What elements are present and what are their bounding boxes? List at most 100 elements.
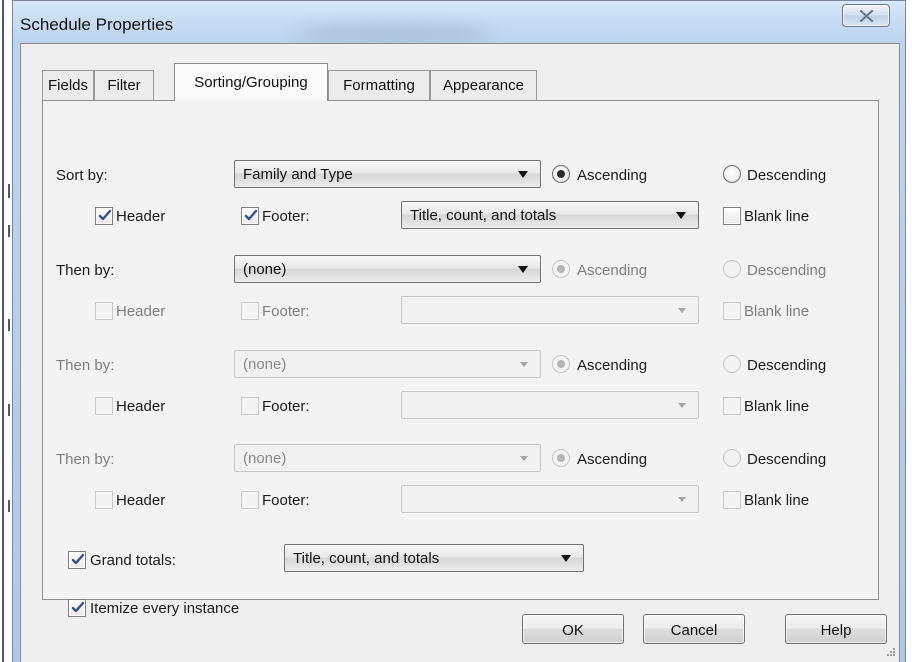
then-by-blank-line-checkbox-1[interactable]: [723, 302, 741, 320]
chevron-down-icon: [678, 403, 686, 408]
then-by-blank-line-checkbox-3[interactable]: [723, 491, 741, 509]
sort-by-descending-radio[interactable]: [723, 165, 741, 183]
then-by-footer-select-2[interactable]: [401, 391, 699, 419]
check-icon: [71, 601, 85, 613]
tab-fields[interactable]: Fields: [42, 70, 94, 100]
sort-by-footer-label: Footer:: [262, 208, 310, 225]
close-button[interactable]: [842, 4, 890, 27]
then-by-footer-label-2: Footer:: [262, 398, 310, 415]
chevron-down-icon: [678, 497, 686, 502]
dialog-client-area: Fields Filter Sorting/Grouping Formattin…: [20, 43, 900, 662]
sort-by-descending-label: Descending: [747, 167, 827, 184]
radio-selected-dot: [557, 265, 565, 273]
title-bar[interactable]: Schedule Properties: [13, 1, 905, 43]
then-by-footer-label-3: Footer:: [262, 492, 310, 509]
then-by-ascending-radio-3[interactable]: [552, 449, 570, 467]
background-mark: [8, 225, 10, 237]
radio-selected-dot: [557, 454, 565, 462]
then-by-descending-label-1: Descending: [747, 262, 827, 279]
itemize-every-instance-label: Itemize every instance: [90, 600, 240, 617]
chevron-down-icon: [676, 212, 686, 219]
then-by-descending-radio-1[interactable]: [723, 260, 741, 278]
then-by-label-2: Then by:: [56, 357, 115, 374]
close-icon: [859, 9, 873, 22]
tab-formatting[interactable]: Formatting: [328, 70, 430, 100]
resize-grip-icon[interactable]: [884, 648, 896, 660]
then-by-select-2[interactable]: (none): [234, 350, 541, 378]
sort-by-selected-value: Family and Type: [243, 166, 353, 183]
then-by-footer-checkbox-1[interactable]: [241, 302, 259, 320]
then-by-footer-label-1: Footer:: [262, 303, 310, 320]
sort-by-ascending-radio[interactable]: [552, 165, 570, 183]
then-by-footer-checkbox-2[interactable]: [241, 397, 259, 415]
ok-button[interactable]: OK: [522, 614, 624, 644]
then-by-descending-label-2: Descending: [747, 357, 827, 374]
then-by-ascending-label-2: Ascending: [577, 357, 648, 374]
then-by-header-label-1: Header: [116, 303, 166, 320]
grand-totals-label: Grand totals:: [90, 552, 176, 569]
sort-by-footer-selected-value: Title, count, and totals: [410, 207, 557, 224]
ok-button-label: OK: [562, 621, 584, 639]
then-by-label-1: Then by:: [56, 262, 115, 279]
tab-appearance[interactable]: Appearance: [430, 70, 537, 100]
background-mark: [8, 184, 10, 198]
then-by-descending-radio-3[interactable]: [723, 449, 741, 467]
chevron-down-icon: [520, 362, 528, 367]
then-by-header-checkbox-1[interactable]: [95, 302, 113, 320]
then-by-ascending-radio-1[interactable]: [552, 260, 570, 278]
grand-totals-selected-value: Title, count, and totals: [293, 550, 440, 567]
background-window-edge: [0, 0, 12, 662]
chevron-down-icon: [518, 171, 528, 178]
then-by-ascending-label-3: Ascending: [577, 451, 648, 468]
tab-strip: Fields Filter Sorting/Grouping Formattin…: [42, 63, 562, 101]
chevron-down-icon: [561, 555, 571, 562]
then-by-blank-line-label-2: Blank line: [744, 398, 810, 415]
sort-by-label: Sort by:: [56, 167, 108, 184]
chevron-down-icon: [520, 456, 528, 461]
chevron-down-icon: [518, 266, 528, 273]
then-by-label-3: Then by:: [56, 451, 115, 468]
then-by-footer-checkbox-3[interactable]: [241, 491, 259, 509]
then-by-ascending-label-1: Ascending: [577, 262, 648, 279]
title-bar-reflection: [293, 23, 493, 43]
sort-by-footer-select[interactable]: Title, count, and totals: [401, 201, 699, 229]
check-icon: [71, 553, 85, 565]
sorting-grouping-panel: Sort by: Family and Type Ascending Desce…: [42, 100, 879, 617]
check-icon: [244, 209, 258, 221]
then-by-selected-value-1: (none): [243, 261, 287, 278]
then-by-header-label-3: Header: [116, 492, 166, 509]
then-by-select-1[interactable]: (none): [234, 255, 541, 283]
then-by-footer-select-3[interactable]: [401, 485, 699, 513]
background-mark: [8, 319, 10, 331]
help-button-label: Help: [820, 621, 852, 639]
sort-by-footer-checkbox[interactable]: [241, 207, 259, 225]
then-by-descending-radio-2[interactable]: [723, 355, 741, 373]
itemize-every-instance-checkbox[interactable]: [68, 599, 86, 617]
sort-by-ascending-label: Ascending: [577, 167, 648, 184]
sort-by-header-label: Header: [116, 208, 166, 225]
then-by-header-checkbox-3[interactable]: [95, 491, 113, 509]
then-by-select-3[interactable]: (none): [234, 444, 541, 472]
tab-filter[interactable]: Filter: [94, 70, 154, 100]
sort-by-select[interactable]: Family and Type: [234, 160, 541, 188]
background-mark: [8, 404, 10, 416]
sort-by-blank-line-checkbox[interactable]: [723, 207, 741, 225]
schedule-properties-dialog: Schedule Properties Fields Filter Sortin…: [12, 0, 906, 662]
tab-sorting-grouping[interactable]: Sorting/Grouping: [174, 63, 328, 101]
radio-selected-dot: [557, 360, 565, 368]
then-by-footer-select-1[interactable]: [401, 296, 699, 324]
then-by-ascending-radio-2[interactable]: [552, 355, 570, 373]
chevron-down-icon: [678, 308, 686, 313]
help-button[interactable]: Help: [785, 614, 887, 644]
then-by-blank-line-checkbox-2[interactable]: [723, 397, 741, 415]
cancel-button[interactable]: Cancel: [643, 614, 745, 644]
then-by-header-checkbox-2[interactable]: [95, 397, 113, 415]
then-by-descending-label-3: Descending: [747, 451, 827, 468]
grand-totals-checkbox[interactable]: [68, 551, 86, 569]
check-icon: [98, 209, 112, 221]
sort-by-header-checkbox[interactable]: [95, 207, 113, 225]
grand-totals-select[interactable]: Title, count, and totals: [284, 544, 584, 572]
cancel-button-label: Cancel: [670, 621, 718, 639]
then-by-blank-line-label-3: Blank line: [744, 492, 810, 509]
then-by-blank-line-label-1: Blank line: [744, 303, 810, 320]
